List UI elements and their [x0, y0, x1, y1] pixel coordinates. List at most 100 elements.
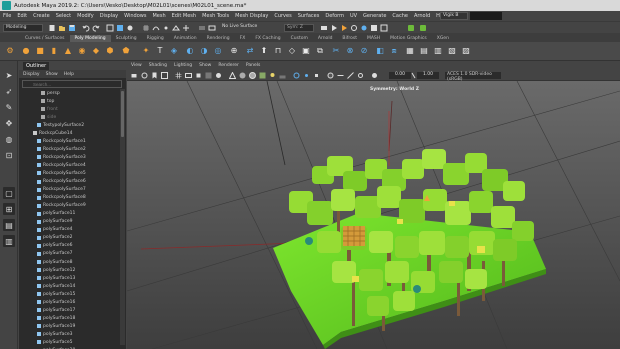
- tab-arnold[interactable]: Arnold: [313, 35, 338, 42]
- ipr-render-icon[interactable]: [340, 24, 348, 32]
- menu-mesh[interactable]: Mesh: [152, 13, 165, 19]
- smooth-icon[interactable]: ◎: [212, 45, 224, 57]
- target-weld-icon[interactable]: ⊗: [344, 45, 356, 57]
- scale-tool-icon[interactable]: ⊡: [3, 149, 15, 161]
- outliner-layout-icon[interactable]: ▤: [3, 219, 15, 231]
- viewport-menu-shading[interactable]: Shading: [149, 63, 167, 68]
- merge-icon[interactable]: ⧉: [314, 45, 326, 57]
- four-pane-layout-icon[interactable]: ⊞: [3, 203, 15, 215]
- film-gate-icon[interactable]: [185, 72, 192, 79]
- viewport-menu-renderer[interactable]: Renderer: [218, 63, 239, 68]
- outliner-item[interactable]: polySurface11: [19, 210, 119, 218]
- symmetry-dropdown[interactable]: Sym: Z: [284, 24, 314, 32]
- platonic-solid-icon[interactable]: ⬟: [120, 45, 132, 57]
- bookmark-icon[interactable]: [151, 72, 158, 79]
- outliner-item[interactable]: polySurface7: [19, 250, 119, 258]
- menu-display[interactable]: Display: [100, 13, 118, 19]
- tab-bifrost[interactable]: Bifrost: [337, 35, 362, 42]
- tab-sculpting[interactable]: Sculpting: [111, 35, 142, 42]
- menu-file[interactable]: File: [3, 13, 11, 19]
- wireframe-icon[interactable]: [229, 72, 236, 79]
- hypershade-icon[interactable]: [360, 24, 368, 32]
- tab-xgen[interactable]: XGen: [432, 35, 454, 42]
- outliner-item[interactable]: RockcpolySurface3: [19, 153, 119, 161]
- menu-mesh-display[interactable]: Mesh Display: [235, 13, 268, 19]
- menu-edit[interactable]: Edit: [17, 13, 27, 19]
- extrude-icon[interactable]: ⬆: [258, 45, 270, 57]
- menu-modify[interactable]: Modify: [77, 13, 94, 19]
- menu-uv[interactable]: UV: [350, 13, 357, 19]
- paint-select-icon[interactable]: ✎: [3, 101, 15, 113]
- tab-fx-caching[interactable]: FX Caching: [250, 35, 285, 42]
- shelf-settings-icon[interactable]: ⚙: [4, 45, 16, 57]
- svg-tool-icon[interactable]: ◈: [168, 45, 180, 57]
- outliner-item[interactable]: polySurface18: [19, 314, 119, 322]
- outliner-item[interactable]: polySurface3: [19, 330, 119, 338]
- menu-generate[interactable]: Generate: [363, 13, 386, 19]
- new-scene-icon[interactable]: [48, 24, 56, 32]
- tab-motion-graphics[interactable]: Motion Graphics: [385, 35, 432, 42]
- tab-mash[interactable]: MASH: [362, 35, 385, 42]
- viewport-menu-panels[interactable]: Panels: [246, 63, 260, 68]
- no-live-surface-label[interactable]: No Live Surface: [222, 24, 257, 29]
- outliner-item[interactable]: top: [19, 97, 119, 105]
- single-pane-layout-icon[interactable]: ▢: [3, 187, 15, 199]
- gate-mask-icon[interactable]: [205, 72, 212, 79]
- poly-cone-icon[interactable]: ▲: [62, 45, 74, 57]
- outliner-item[interactable]: polySurface8: [19, 258, 119, 266]
- outliner-item[interactable]: RockcpolySurface4: [19, 161, 119, 169]
- gamma-field[interactable]: 1.00: [417, 72, 439, 79]
- exposure-field[interactable]: 0.00: [389, 72, 411, 79]
- bridge-icon[interactable]: ⊓: [272, 45, 284, 57]
- signin-dropdown[interactable]: Vigik B: [440, 12, 468, 20]
- snap-live-icon[interactable]: [182, 24, 190, 32]
- outliner-item[interactable]: persp: [19, 89, 119, 97]
- spherical-map-icon[interactable]: ▧: [446, 45, 458, 57]
- outliner-item[interactable]: RockcpCube14: [19, 129, 119, 137]
- outliner-item[interactable]: polySurface6: [19, 242, 119, 250]
- multi-cut-icon[interactable]: ✂: [330, 45, 342, 57]
- gamma-icon[interactable]: [411, 72, 416, 79]
- undo-icon[interactable]: [82, 24, 90, 32]
- snap-view-plane-icon[interactable]: [172, 24, 180, 32]
- menu-deform[interactable]: Deform: [325, 13, 344, 19]
- outliner-item[interactable]: RockcpolySurface6: [19, 178, 119, 186]
- move-tool-icon[interactable]: ✥: [3, 117, 15, 129]
- use-all-lights-icon[interactable]: [269, 72, 276, 79]
- history-icon[interactable]: [198, 24, 206, 32]
- outliner-item[interactable]: polySurface12: [19, 266, 119, 274]
- poly-torus-icon[interactable]: ◉: [76, 45, 88, 57]
- tab-fx[interactable]: FX: [235, 35, 251, 42]
- anti-aliasing-icon[interactable]: [347, 72, 354, 79]
- select-component-icon[interactable]: [126, 24, 134, 32]
- poly-plane-icon[interactable]: ◆: [90, 45, 102, 57]
- select-object-icon[interactable]: [116, 24, 124, 32]
- boolean-icon[interactable]: ⊕: [228, 45, 240, 57]
- outliner-menu-display[interactable]: Display: [23, 72, 40, 77]
- planar-map-icon[interactable]: ▤: [418, 45, 430, 57]
- super-shape-icon[interactable]: ✦: [140, 45, 152, 57]
- outliner-item[interactable]: polySurface16: [19, 298, 119, 306]
- type-tool-icon[interactable]: T: [154, 45, 166, 57]
- menu-arnold[interactable]: Arnold: [414, 13, 430, 19]
- render-settings-icon[interactable]: [350, 24, 358, 32]
- outliner-menu-show[interactable]: Show: [46, 72, 58, 77]
- viewport-menu-view[interactable]: View: [131, 63, 142, 68]
- uv-editor-icon[interactable]: ▦: [404, 45, 416, 57]
- quad-draw-icon[interactable]: ◧: [374, 45, 386, 57]
- tab-rigging[interactable]: Rigging: [142, 35, 169, 42]
- connect-icon[interactable]: ⊘: [358, 45, 370, 57]
- poly-cube-icon[interactable]: ■: [34, 45, 46, 57]
- poly-disc-icon[interactable]: ⬢: [104, 45, 116, 57]
- poly-cylinder-icon[interactable]: ▮: [48, 45, 60, 57]
- edge-loop-icon[interactable]: ⧈: [388, 45, 400, 57]
- menu-edit-mesh[interactable]: Edit Mesh: [172, 13, 196, 19]
- shadows-icon[interactable]: [279, 72, 286, 79]
- construction-history-icon[interactable]: [208, 24, 216, 32]
- snap-point-icon[interactable]: [162, 24, 170, 32]
- menu-cache[interactable]: Cache: [392, 13, 408, 19]
- channel-box-icon[interactable]: [420, 25, 426, 31]
- camera-attributes-icon[interactable]: [141, 72, 148, 79]
- outliner-item[interactable]: polySurface15: [19, 290, 119, 298]
- render-current-icon[interactable]: [330, 24, 338, 32]
